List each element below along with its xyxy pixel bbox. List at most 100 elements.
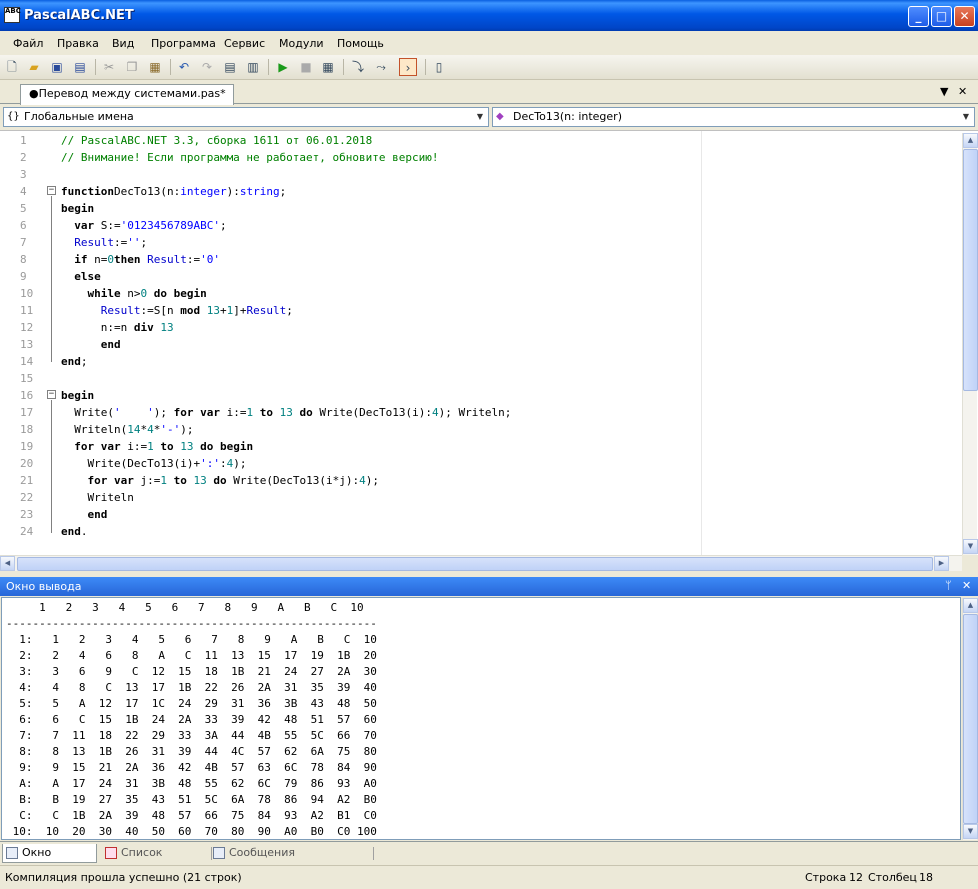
code-line[interactable]: Result:=''; xyxy=(61,236,147,249)
code-editor[interactable]: 1 2 3 4 5 6 7 8 9 10 11 12 13 14 15 16 17 18 19 20 21 22 23 24 … xyxy=(0,130,978,555)
fold-guide xyxy=(51,400,52,533)
scroll-right-button[interactable]: ▶ xyxy=(934,556,949,571)
paste-icon[interactable]: ▦ xyxy=(146,58,164,76)
code-line[interactable]: // Внимание! Если программа не работает,… xyxy=(61,151,439,164)
chevron-down-icon[interactable]: ▼ xyxy=(472,108,488,126)
close-tab-icon[interactable]: ✕ xyxy=(958,85,967,98)
toolbar-separator xyxy=(95,59,96,75)
code-token: to xyxy=(160,440,174,453)
module-icon[interactable]: ▯ xyxy=(430,58,448,76)
scroll-down-button[interactable]: ▼ xyxy=(963,824,978,839)
close-panel-icon[interactable]: ✕ xyxy=(962,579,971,592)
member-combo[interactable]: ◆ DecTo13(n: integer) ▼ xyxy=(492,107,975,127)
code-line[interactable]: Result:=S[n mod 13+1]+Result; xyxy=(61,304,293,317)
menu-edit[interactable]: Правка xyxy=(57,37,99,50)
code-line[interactable]: // PascalABC.NET 3.3, сборка 1611 от 06.… xyxy=(61,134,372,147)
code-token: end xyxy=(87,508,108,521)
undo-icon[interactable]: ↶ xyxy=(175,58,193,76)
scroll-down-button[interactable]: ▼ xyxy=(963,539,978,554)
stop-icon[interactable]: ■ xyxy=(297,58,315,76)
line-number: 1 xyxy=(20,134,27,147)
code-token: := xyxy=(186,253,201,266)
scroll-thumb[interactable] xyxy=(963,149,978,391)
code-line[interactable]: end; xyxy=(61,355,88,368)
line-number: 3 xyxy=(20,168,27,181)
new-file-icon[interactable]: 🗋 xyxy=(3,58,21,76)
editor-vertical-scrollbar[interactable]: ▲ ▼ xyxy=(962,133,978,555)
code-token: var xyxy=(200,406,220,419)
scope-combo[interactable]: {} Глобальные имена ▼ xyxy=(3,107,489,127)
code-line[interactable]: while n>0 do begin xyxy=(61,287,207,300)
code-line[interactable]: for var j:=1 to 13 do Write(DecTo13(i*j)… xyxy=(61,474,379,487)
cut-icon[interactable]: ✂ xyxy=(100,58,118,76)
line-number: 18 xyxy=(20,423,34,436)
line-number: 10 xyxy=(20,287,34,300)
scroll-thumb[interactable] xyxy=(17,557,933,571)
uncomment-icon[interactable]: ▥ xyxy=(244,58,262,76)
code-line[interactable]: begin xyxy=(61,202,94,215)
chevron-down-icon[interactable]: ▼ xyxy=(958,108,974,126)
menu-help[interactable]: Помощь xyxy=(337,37,384,50)
output-window-icon[interactable]: › xyxy=(399,58,417,76)
scroll-up-button[interactable]: ▲ xyxy=(963,598,978,613)
output-line: 4: 4 8 C 13 17 1B 22 26 2A 31 35 39 40 xyxy=(6,681,377,694)
code-line[interactable]: begin xyxy=(61,389,94,402)
tab-errors[interactable]: Список ошибок xyxy=(102,844,212,877)
pin-icon[interactable]: ᛘ xyxy=(945,579,952,592)
code-line[interactable]: for var i:=1 to 13 do begin xyxy=(61,440,253,453)
comment-icon[interactable]: ▤ xyxy=(221,58,239,76)
code-line[interactable]: Writeln xyxy=(61,491,133,504)
tab-document[interactable]: ●Перевод между системами.pas* xyxy=(20,84,234,105)
close-button[interactable]: ✕ xyxy=(954,6,975,27)
code-line[interactable]: Writeln(14*4*'-'); xyxy=(61,423,193,436)
code-token: for xyxy=(87,474,108,487)
scope-combo-value: Глобальные имена xyxy=(24,110,134,123)
toolbar-separator xyxy=(425,59,426,75)
scroll-left-button[interactable]: ◀ xyxy=(0,556,15,571)
line-number: 20 xyxy=(20,457,34,470)
tab-output[interactable]: Окно вывода xyxy=(2,844,97,877)
code-line[interactable]: end xyxy=(61,508,108,521)
code-token: function xyxy=(61,185,114,198)
code-token: Result xyxy=(100,304,141,317)
code-line[interactable]: end xyxy=(61,338,121,351)
code-line[interactable]: Write(DecTo13(i)+':':4); xyxy=(61,457,246,470)
code-token: else xyxy=(74,270,101,283)
run-icon[interactable]: ▶ xyxy=(274,58,292,76)
scroll-thumb[interactable] xyxy=(963,614,978,824)
bottom-tabs: Окно вывода Список ошибок Сообщения комп… xyxy=(0,841,978,877)
code-line[interactable]: if n=0then Result:='0' xyxy=(61,253,220,266)
minimize-button[interactable]: _ xyxy=(908,6,929,27)
menu-view[interactable]: Вид xyxy=(112,37,134,50)
code-line[interactable]: n:=n div 13 xyxy=(61,321,174,334)
error-list-icon xyxy=(105,847,117,859)
tab-list-icon[interactable]: ▼ xyxy=(940,85,948,98)
output-vertical-scrollbar[interactable]: ▲ ▼ xyxy=(962,598,978,840)
tab-compiler-messages[interactable]: Сообщения компилятора xyxy=(210,844,374,877)
copy-icon[interactable]: ❐ xyxy=(123,58,141,76)
code-line[interactable]: var S:='0123456789ABC'; xyxy=(61,219,226,232)
redo-icon[interactable]: ↷ xyxy=(198,58,216,76)
fold-toggle-main[interactable]: − xyxy=(47,390,56,399)
menu-program[interactable]: Программа xyxy=(151,37,216,50)
output-window[interactable]: 1 2 3 4 5 6 7 8 9 A B C 10 --------------… xyxy=(1,597,961,840)
save-icon[interactable]: ▣ xyxy=(48,58,66,76)
fold-toggle-function[interactable]: − xyxy=(47,186,56,195)
menu-file[interactable]: Файл xyxy=(13,37,43,50)
open-icon[interactable]: ▰ xyxy=(25,58,43,76)
menu-modules[interactable]: Модули xyxy=(279,37,324,50)
menu-service[interactable]: Сервис xyxy=(224,37,265,50)
line-number: 17 xyxy=(20,406,34,419)
scroll-up-button[interactable]: ▲ xyxy=(963,133,978,148)
code-line[interactable]: else xyxy=(61,270,101,283)
editor-horizontal-scrollbar[interactable]: ◀ ▶ xyxy=(0,555,962,571)
maximize-button[interactable]: □ xyxy=(931,6,952,27)
step-into-icon[interactable]: ⤵ xyxy=(349,58,367,76)
save-all-icon[interactable]: ▤ xyxy=(71,58,89,76)
code-line[interactable]: Write(' '); for var i:=1 to 13 do Write(… xyxy=(61,406,511,419)
code-line[interactable]: functionDecTo13(n:integer):string; xyxy=(61,185,286,198)
compile-icon[interactable]: ▦ xyxy=(319,58,337,76)
code-line[interactable]: end. xyxy=(61,525,88,538)
step-over-icon[interactable]: ⤳ xyxy=(372,58,390,76)
